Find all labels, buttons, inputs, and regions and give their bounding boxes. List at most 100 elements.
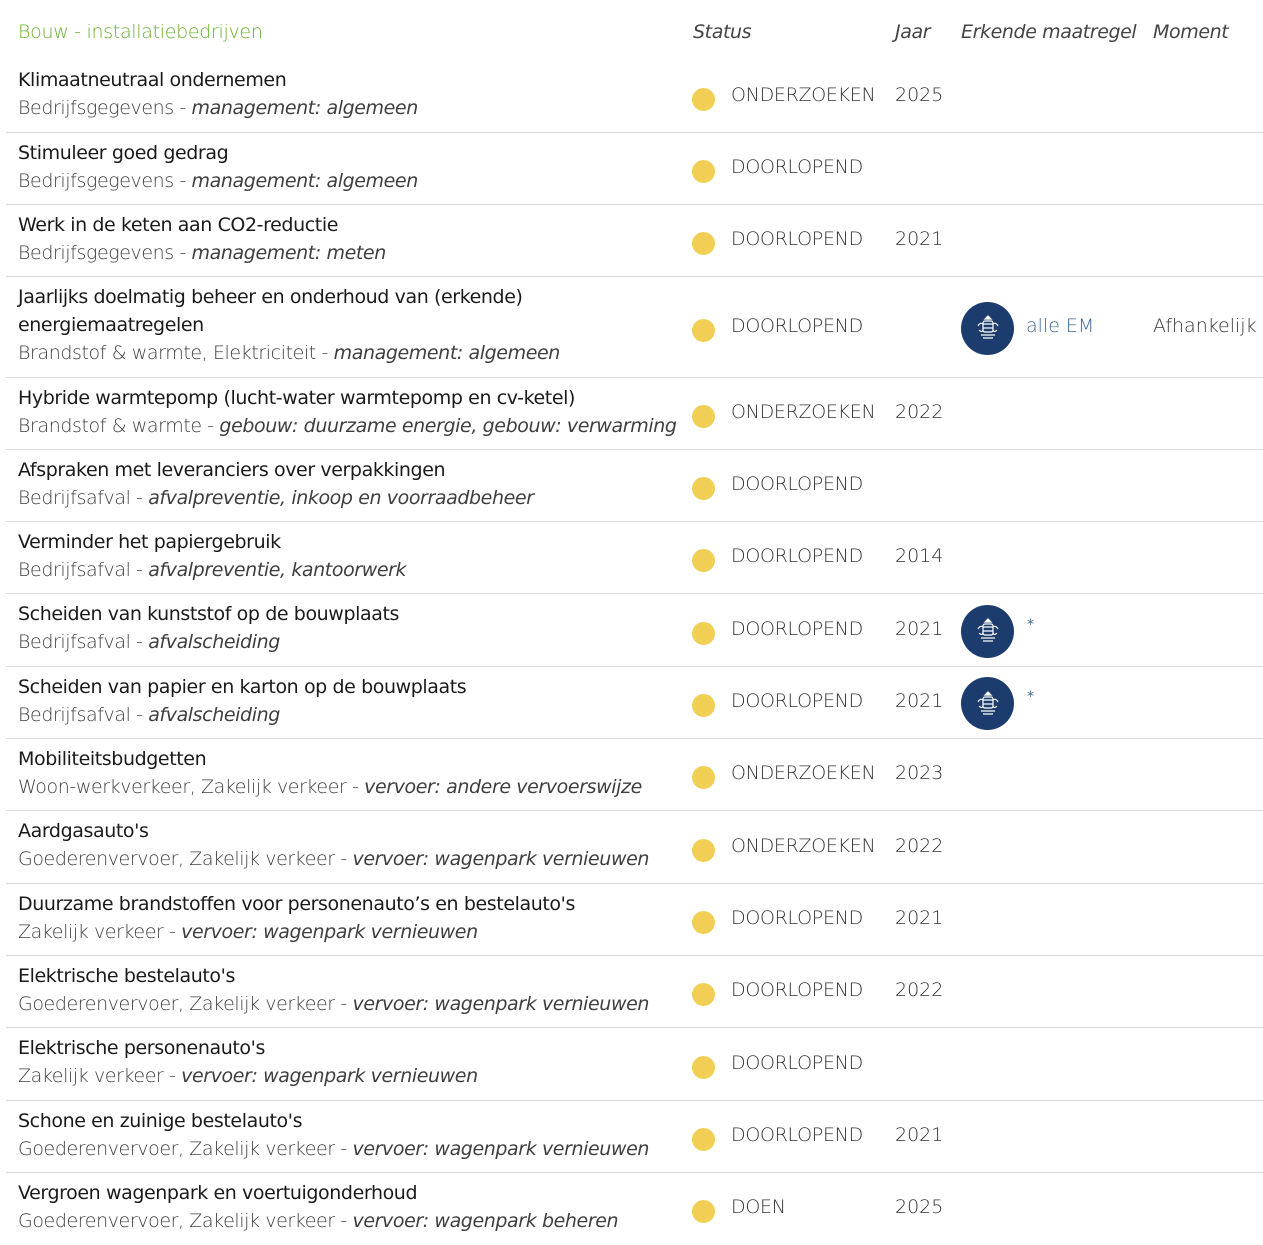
measure-category: Bedrijfsafval - afvalpreventie, kantoorw… <box>18 556 678 584</box>
status-label: DOORLOPEND <box>731 907 863 929</box>
measure-title[interactable]: Elektrische personenauto's <box>18 1034 678 1062</box>
status-dot-icon <box>692 1055 715 1079</box>
status-dot-icon <box>692 87 715 111</box>
status-label: DOORLOPEND <box>731 473 863 495</box>
measure-category-label: Goederenvervoer, Zakelijk verkeer - <box>18 1210 353 1232</box>
year-label: 2022 <box>895 834 944 857</box>
measure-category: Bedrijfsgegevens - management: meten <box>18 239 678 267</box>
measure-category: Bedrijfsgegevens - management: algemeen <box>18 167 678 195</box>
measure-category-label: Bedrijfsafval - <box>18 487 149 509</box>
measure-tags: afvalpreventie, inkoop en voorraadbeheer <box>148 487 534 509</box>
table-row[interactable]: Elektrische personenauto's Zakelijk verke… <box>6 1028 1263 1101</box>
sector-title[interactable]: Bouw - installatiebedrijven <box>18 21 263 43</box>
measure-title[interactable]: Schone en zuinige bestelauto's <box>18 1107 678 1135</box>
measure-title[interactable]: Duurzame brandstoffen voor personenauto’… <box>18 890 678 918</box>
table-row[interactable]: Verminder het papiergebruik Bedrijfsafval… <box>6 522 1263 594</box>
measure-cell: Verminder het papiergebruik Bedrijfsafval… <box>18 528 678 584</box>
measure-category-label: Bedrijfsgegevens - <box>18 242 192 264</box>
year-label: 2021 <box>895 907 944 929</box>
measure-cell: Duurzame brandstoffen voor personenauto’… <box>18 890 678 946</box>
table-row[interactable]: Afspraken met leveranciers over verpakki… <box>6 450 1263 522</box>
measure-category: Brandstof & warmte, Elektriciteit - mana… <box>18 339 678 367</box>
erkende-maatregel-badge[interactable] <box>961 677 1014 730</box>
status-dot-icon <box>692 405 715 428</box>
status-dot-icon <box>692 477 715 500</box>
measure-tags: gebouw: duurzame energie, gebouw: verwar… <box>219 415 677 437</box>
erkende-maatregel-link[interactable]: * <box>1027 689 1034 705</box>
measure-title[interactable]: Afspraken met leveranciers over verpakki… <box>18 456 678 484</box>
column-header-em: Erkende maatregel <box>961 21 1137 43</box>
year-label: 2021 <box>895 617 944 640</box>
measure-title[interactable]: Jaarlijks doelmatig beheer en onderhoud … <box>18 283 678 311</box>
erkende-maatregel-badge[interactable] <box>961 301 1014 355</box>
status-dot-icon <box>692 549 715 572</box>
measure-cell: Scheiden van papier en karton op de bouw… <box>18 673 678 729</box>
table-row[interactable]: Aardgasauto's Goederenvervoer, Zakelijk v… <box>6 811 1263 884</box>
table-row[interactable]: Elektrische bestelauto's Goederenvervoer,… <box>6 956 1263 1028</box>
measure-category-label: Bedrijfsafval - <box>18 704 149 726</box>
measure-title[interactable]: Scheiden van kunststof op de bouwplaats <box>18 600 678 628</box>
measure-title[interactable]: Mobiliteitsbudgetten <box>18 745 678 773</box>
status-label: DOORLOPEND <box>731 156 863 178</box>
erkende-maatregel-badge[interactable] <box>961 604 1014 658</box>
measure-category: Goederenvervoer, Zakelijk verkeer - verv… <box>18 1207 678 1235</box>
table-row[interactable]: Hybride warmtepomp (lucht-water warmtepo… <box>6 378 1263 450</box>
table-row[interactable]: Schone en zuinige bestelauto's Goederenve… <box>6 1101 1263 1173</box>
status-label: DOORLOPEND <box>731 545 863 567</box>
measure-cell: Afspraken met leveranciers over verpakki… <box>18 456 678 512</box>
status-dot-icon <box>692 1128 715 1151</box>
table-body: Klimaatneutraal ondernemen Bedrijfsgegeve… <box>6 60 1263 1245</box>
measure-tags: afvalscheiding <box>148 704 280 726</box>
measure-category-label: Goederenvervoer, Zakelijk verkeer - <box>18 848 353 870</box>
year-label: 2025 <box>895 1196 944 1218</box>
year-label: 2021 <box>895 690 944 712</box>
status-dot-icon <box>692 983 715 1006</box>
measure-title[interactable]: Elektrische bestelauto's <box>18 962 678 990</box>
measure-tags: vervoer: wagenpark vernieuwen <box>352 993 650 1015</box>
measure-cell: Elektrische bestelauto's Goederenvervoer,… <box>18 962 678 1018</box>
year-label: 2022 <box>895 401 944 423</box>
measure-tags: vervoer: andere vervoerswijze <box>364 776 642 798</box>
erkende-maatregel-link[interactable]: * <box>1027 617 1034 633</box>
year-label: 2023 <box>895 762 944 784</box>
table-row[interactable]: Scheiden van kunststof op de bouwplaats B… <box>6 594 1263 667</box>
table-row[interactable]: Jaarlijks doelmatig beheer en onderhoud … <box>6 277 1263 378</box>
measure-title[interactable]: Aardgasauto's <box>18 817 678 845</box>
measure-title[interactable]: Scheiden van papier en karton op de bouw… <box>18 673 678 701</box>
column-header-year: Jaar <box>895 21 931 43</box>
table-row[interactable]: Stimuleer goed gedrag Bedrijfsgegevens - … <box>6 133 1263 205</box>
rijksoverheid-crest-icon <box>976 690 999 715</box>
table-row[interactable]: Duurzame brandstoffen voor personenauto’… <box>6 884 1263 956</box>
measure-category: Woon-werkverkeer, Zakelijk verkeer - ver… <box>18 773 678 801</box>
measure-title[interactable]: Klimaatneutraal ondernemen <box>18 66 678 94</box>
measure-title[interactable]: Stimuleer goed gedrag <box>18 139 678 167</box>
table-row[interactable]: Mobiliteitsbudgetten Woon-werkverkeer, Za… <box>6 739 1263 811</box>
table-row[interactable]: Werk in de keten aan CO2-reductie Bedrijf… <box>6 205 1263 277</box>
measure-tags: vervoer: wagenpark vernieuwen <box>352 1138 650 1160</box>
measure-category-label: Bedrijfsafval - <box>18 559 149 581</box>
measure-category: Goederenvervoer, Zakelijk verkeer - verv… <box>18 1135 678 1163</box>
rijksoverheid-crest-icon <box>976 618 999 642</box>
moment-label: Afhankelijk <box>1153 314 1257 337</box>
column-header-status: Status <box>693 21 752 43</box>
year-label: 2025 <box>895 83 944 106</box>
measure-category: Bedrijfsafval - afvalscheiding <box>18 701 678 729</box>
status-label: DOORLOPEND <box>731 1124 863 1146</box>
measure-title[interactable]: Verminder het papiergebruik <box>18 528 678 556</box>
table-row[interactable]: Klimaatneutraal ondernemen Bedrijfsgegeve… <box>6 60 1263 133</box>
table-row[interactable]: Scheiden van papier en karton op de bouw… <box>6 667 1263 739</box>
measure-title[interactable]: Vergroen wagenpark en voertuigonderhoud <box>18 1179 678 1207</box>
column-header-moment: Moment <box>1153 21 1229 43</box>
measure-category: Brandstof & warmte - gebouw: duurzame en… <box>18 412 678 440</box>
measure-category: Zakelijk verkeer - vervoer: wagenpark ve… <box>18 1062 678 1090</box>
erkende-maatregel-link[interactable]: alle EM <box>1026 315 1094 337</box>
measure-title[interactable]: Werk in de keten aan CO2-reductie <box>18 211 678 239</box>
measure-tags: management: algemeen <box>191 170 419 192</box>
measure-title-continued[interactable]: energiemaatregelen <box>18 311 678 339</box>
measure-title[interactable]: Hybride warmtepomp (lucht-water warmtepo… <box>18 384 678 412</box>
status-label: DOORLOPEND <box>731 979 863 1001</box>
measure-category-label: Brandstof & warmte - <box>18 415 220 437</box>
measure-cell: Aardgasauto's Goederenvervoer, Zakelijk v… <box>18 817 678 873</box>
status-label: DOORLOPEND <box>731 1051 863 1074</box>
table-row[interactable]: Vergroen wagenpark en voertuigonderhoud G… <box>6 1173 1263 1245</box>
